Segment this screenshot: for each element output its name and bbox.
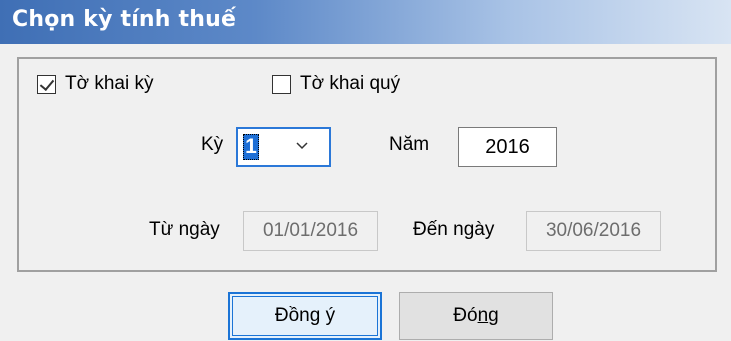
date-to-input[interactable]: 30/06/2016: [526, 211, 661, 251]
period-select-value: 1: [243, 134, 259, 160]
checkbox-unchecked-icon[interactable]: [272, 74, 291, 94]
dialog-title: Chọn kỳ tính thuế: [12, 7, 237, 32]
chevron-down-icon: [296, 142, 308, 150]
checkbox-checked-icon[interactable]: [37, 74, 56, 94]
date-from-label: Từ ngày: [149, 219, 220, 240]
date-to-label: Đến ngày: [413, 219, 495, 240]
quarter-return-label: Tờ khai quý: [300, 73, 401, 94]
quarter-return-checkbox[interactable]: Tờ khai quý: [272, 73, 400, 95]
period-selection-dialog: Chọn kỳ tính thuế Tờ khai kỳ Tờ khai quý…: [0, 0, 731, 341]
period-select[interactable]: 1: [236, 127, 331, 167]
ok-button[interactable]: Đồng ý: [228, 292, 382, 340]
period-return-label: Tờ khai kỳ: [65, 73, 154, 94]
ok-button-label: Đồng ý: [274, 305, 336, 326]
year-label: Năm: [389, 134, 430, 155]
period-label: Kỳ: [201, 134, 224, 155]
date-from-input[interactable]: 01/01/2016: [243, 211, 378, 251]
period-return-checkbox[interactable]: Tờ khai kỳ: [37, 73, 153, 95]
year-input[interactable]: 2016: [458, 127, 557, 167]
title-bar: Chọn kỳ tính thuế: [0, 0, 731, 44]
close-button[interactable]: Đóng: [399, 292, 553, 340]
close-button-label: Đóng: [453, 305, 499, 326]
